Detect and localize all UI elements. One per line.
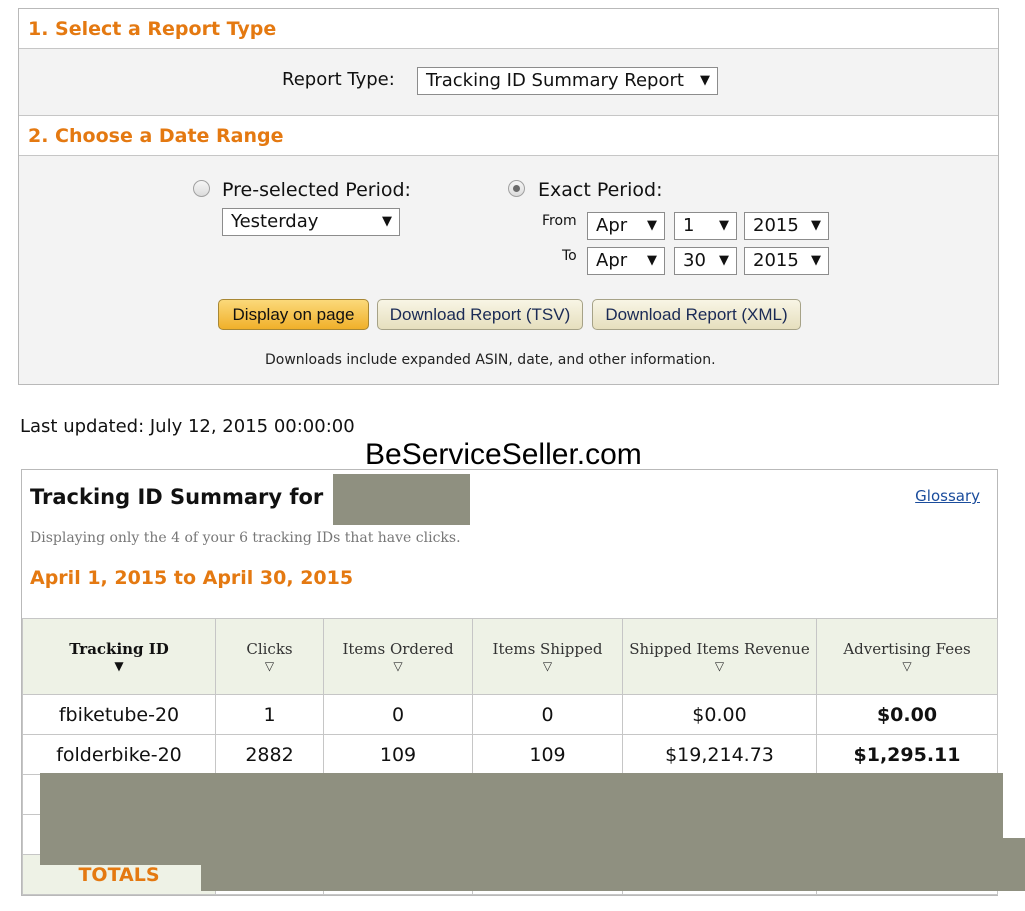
column-header-label: Tracking ID — [69, 640, 169, 658]
cell-clicks: 1 — [215, 694, 324, 735]
report-type-select[interactable]: Tracking ID Summary Report ▼ — [417, 67, 718, 95]
cell-items-shipped: 0 — [472, 694, 623, 735]
cell-revenue: $19,214.73 — [622, 734, 817, 775]
table-row: folderbike-20 2882 109 109 $19,214.73 $1… — [22, 734, 998, 775]
sort-icon: ▽ — [714, 659, 725, 673]
to-year-select[interactable]: 2015 ▼ — [744, 247, 829, 275]
redaction-block — [333, 474, 470, 525]
chevron-down-icon: ▼ — [647, 218, 657, 233]
cell-advertising-fees: $1,295.11 — [816, 734, 998, 775]
chevron-down-icon: ▼ — [719, 218, 729, 233]
from-day-value: 1 — [683, 215, 695, 236]
column-header-label: Shipped Items Revenue — [629, 640, 810, 658]
display-on-page-button[interactable]: Display on page — [218, 299, 369, 330]
cell-tracking-id: fbiketube-20 — [22, 694, 216, 735]
chevron-down-icon: ▼ — [811, 218, 821, 233]
cell-clicks: 2882 — [215, 734, 324, 775]
chevron-down-icon: ▼ — [382, 214, 392, 229]
exact-period-radio[interactable] — [508, 180, 525, 197]
cell-items-shipped: 109 — [472, 734, 623, 775]
redaction-block — [201, 838, 1025, 891]
download-xml-button[interactable]: Download Report (XML) — [592, 299, 801, 330]
watermark-text: BeServiceSeller.com — [365, 438, 642, 471]
to-label: To — [562, 248, 577, 264]
summary-date-range: April 1, 2015 to April 30, 2015 — [30, 567, 354, 589]
column-header-shipped-revenue[interactable]: Shipped Items Revenue ▽ — [622, 618, 817, 695]
cell-revenue: $0.00 — [622, 694, 817, 735]
from-label: From — [542, 213, 577, 229]
preselected-period-label: Pre-selected Period: — [222, 179, 411, 201]
preselected-period-value: Yesterday — [231, 211, 319, 232]
preselected-period-select[interactable]: Yesterday ▼ — [222, 208, 400, 236]
report-type-value: Tracking ID Summary Report — [426, 70, 684, 91]
column-header-tracking-id[interactable]: Tracking ID ▼ — [22, 618, 216, 695]
report-type-label: Report Type: — [282, 69, 395, 90]
column-header-items-shipped[interactable]: Items Shipped ▽ — [472, 618, 623, 695]
chevron-down-icon: ▼ — [719, 253, 729, 268]
to-year-value: 2015 — [753, 250, 799, 271]
sort-icon: ▽ — [542, 659, 553, 673]
glossary-link[interactable]: Glossary — [915, 487, 980, 505]
from-year-select[interactable]: 2015 ▼ — [744, 212, 829, 240]
from-month-select[interactable]: Apr ▼ — [587, 212, 665, 240]
to-month-select[interactable]: Apr ▼ — [587, 247, 665, 275]
to-day-value: 30 — [683, 250, 706, 271]
column-header-label: Clicks — [246, 640, 293, 658]
from-month-value: Apr — [596, 215, 628, 236]
column-header-advertising-fees[interactable]: Advertising Fees ▽ — [816, 618, 998, 695]
cell-items-ordered: 0 — [323, 694, 473, 735]
to-month-value: Apr — [596, 250, 628, 271]
sort-icon: ▽ — [264, 659, 275, 673]
column-header-label: Items Ordered — [342, 640, 454, 658]
summary-subtitle: Displaying only the 4 of your 6 tracking… — [30, 530, 461, 546]
from-day-select[interactable]: 1 ▼ — [674, 212, 737, 240]
column-header-label: Items Shipped — [492, 640, 603, 658]
cell-tracking-id: folderbike-20 — [22, 734, 216, 775]
summary-title: Tracking ID Summary for — [30, 485, 324, 509]
table-row: fbiketube-20 1 0 0 $0.00 $0.00 — [22, 694, 998, 735]
preselected-period-radio[interactable] — [193, 180, 210, 197]
from-year-value: 2015 — [753, 215, 799, 236]
table-header-row: Tracking ID ▼ Clicks ▽ Items Ordered ▽ Item… — [22, 618, 998, 695]
cell-items-ordered: 109 — [323, 734, 473, 775]
last-updated-text: Last updated: July 12, 2015 00:00:00 — [20, 416, 355, 437]
exact-period-label: Exact Period: — [538, 179, 663, 201]
cell-advertising-fees: $0.00 — [816, 694, 998, 735]
column-header-clicks[interactable]: Clicks ▽ — [215, 618, 324, 695]
column-header-items-ordered[interactable]: Items Ordered ▽ — [323, 618, 473, 695]
downloads-note: Downloads include expanded ASIN, date, a… — [265, 352, 716, 368]
download-tsv-button[interactable]: Download Report (TSV) — [377, 299, 583, 330]
chevron-down-icon: ▼ — [647, 253, 657, 268]
section-date-range-title: 2. Choose a Date Range — [19, 115, 998, 156]
sort-active-icon: ▼ — [114, 659, 124, 673]
chevron-down-icon: ▼ — [811, 253, 821, 268]
section-report-type-title: 1. Select a Report Type — [19, 9, 998, 49]
report-settings-panel: 1. Select a Report Type Report Type: Tra… — [18, 8, 999, 385]
sort-icon: ▽ — [902, 659, 912, 673]
chevron-down-icon: ▼ — [700, 73, 710, 88]
column-header-label: Advertising Fees — [843, 640, 971, 658]
sort-icon: ▽ — [393, 659, 403, 673]
to-day-select[interactable]: 30 ▼ — [674, 247, 737, 275]
